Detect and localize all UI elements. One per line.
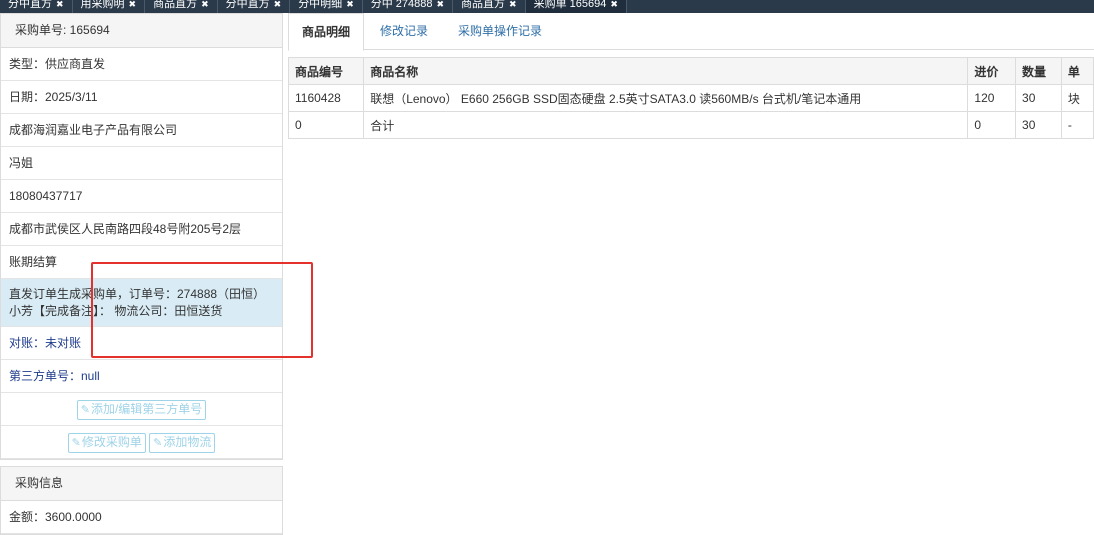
col-product-name: 商品名称: [363, 57, 969, 85]
product-table: 商品编号 商品名称 进价 数量 单 1160428 联想（Lenovo） E66…: [287, 57, 1094, 139]
tab-product-detail[interactable]: 商品明细: [288, 13, 365, 51]
table-row-total: 0 合计 0 30 -: [287, 111, 1094, 139]
order-date: 日期：2025/3/11: [1, 81, 282, 114]
top-tab[interactable]: 分中 274888 ✖: [363, 0, 454, 13]
cell-unit-price: 0: [967, 111, 1017, 139]
cell-product-name: 联想（Lenovo） E660 256GB SSD固态硬盘 2.5英寸SATA3…: [363, 84, 969, 112]
purchase-info-header: 采购信息: [1, 467, 282, 501]
table-row: 1160428 联想（Lenovo） E660 256GB SSD固态硬盘 2.…: [287, 84, 1094, 112]
detail-area: 商品明细 修改记录 采购单操作记录: [288, 13, 1094, 51]
top-tab[interactable]: 商品直方 ✖: [145, 0, 218, 13]
top-tab-label: 分中直方: [8, 0, 52, 10]
close-icon[interactable]: ✖: [509, 0, 517, 9]
order-actions: ✎修改采购单 ✎添加物流: [1, 426, 282, 459]
purchase-info-panel: 采购信息 金额：3600.0000: [0, 466, 283, 535]
close-icon[interactable]: ✖: [274, 0, 282, 9]
contact-phone: 18080437717: [1, 180, 282, 213]
third-party-actions: ✎添加/编辑第三方单号: [1, 393, 282, 426]
button-label: 修改采购单: [81, 435, 142, 449]
cell-product-code: 0: [287, 111, 365, 139]
close-icon[interactable]: ✖: [129, 0, 137, 9]
top-tab-label: 商品直方: [461, 0, 506, 10]
order-number-header: 采购单号: 165694: [1, 14, 282, 48]
third-party-number: 第三方单号：null: [1, 360, 282, 393]
close-icon[interactable]: ✖: [201, 0, 209, 9]
top-tab[interactable]: 商品直方 ✖: [453, 0, 526, 13]
purchase-amount: 金额：3600.0000: [1, 501, 282, 534]
edit-icon: ✎: [71, 437, 81, 449]
edit-icon: ✎: [80, 404, 90, 416]
top-tab[interactable]: 用采购明 ✖: [73, 0, 146, 13]
cell-unit: 块: [1060, 84, 1094, 112]
top-tab-bar: 分中直方 ✖ 用采购明 ✖ 商品直方 ✖ 分中直方 ✖ 分中明细 ✖ 分中 274888 ✖…: [0, 0, 1094, 13]
edit-order-button[interactable]: ✎修改采购单: [67, 433, 146, 453]
top-tab[interactable]: 分中明细 ✖: [290, 0, 363, 13]
edit-third-party-button[interactable]: ✎添加/编辑第三方单号: [76, 400, 207, 420]
add-logistics-button[interactable]: ✎添加物流: [149, 433, 216, 453]
tab-order-operation-log[interactable]: 采购单操作记录: [458, 13, 542, 49]
cell-unit-price: 120: [967, 84, 1017, 112]
button-label: 添加/编辑第三方单号: [90, 402, 203, 416]
tab-change-log[interactable]: 修改记录: [380, 13, 428, 49]
top-tab-label: 分中直方: [225, 0, 270, 10]
close-icon[interactable]: ✖: [346, 0, 354, 9]
top-tab-label: 分中 274888: [370, 0, 433, 10]
top-tab[interactable]: 分中直方 ✖: [0, 0, 73, 13]
col-unit-price: 进价: [967, 57, 1017, 85]
cell-quantity: 30: [1015, 84, 1062, 112]
contact-name: 冯姐: [1, 147, 282, 180]
cell-unit: -: [1060, 111, 1094, 139]
col-quantity: 数量: [1015, 57, 1062, 85]
close-icon[interactable]: ✖: [56, 0, 64, 9]
button-label: 添加物流: [163, 435, 212, 449]
supplier-address: 成都市武侯区人民南路四段48号附205号2层: [1, 213, 282, 246]
cell-quantity: 30: [1015, 111, 1062, 139]
detail-tabs: 商品明细 修改记录 采购单操作记录: [288, 13, 1094, 51]
highlight-box: [91, 262, 313, 358]
supplier-name: 成都海润嘉业电子产品有限公司: [1, 114, 282, 147]
col-unit: 单: [1060, 57, 1094, 85]
col-product-code: 商品编号: [287, 57, 365, 85]
edit-icon: ✎: [153, 437, 163, 449]
table-header-row: 商品编号 商品名称 进价 数量 单: [287, 57, 1094, 85]
close-icon[interactable]: ✖: [437, 0, 445, 9]
top-tab-label: 分中明细: [298, 0, 343, 10]
close-icon[interactable]: ✖: [610, 0, 618, 9]
top-tab-label: 采购单 165694: [533, 0, 607, 10]
order-type: 类型：供应商直发: [1, 48, 282, 81]
cell-product-code: 1160428: [287, 84, 365, 112]
top-tab-label: 商品直方: [153, 0, 198, 10]
top-tab-label: 用采购明: [80, 0, 125, 10]
order-panel: 采购单号: 165694 类型：供应商直发 日期：2025/3/11 成都海润嘉…: [0, 13, 283, 460]
top-tab[interactable]: 分中直方 ✖: [218, 0, 291, 13]
cell-product-name: 合计: [363, 111, 969, 139]
top-tab-active[interactable]: 采购单 165694 ✖: [525, 0, 627, 13]
